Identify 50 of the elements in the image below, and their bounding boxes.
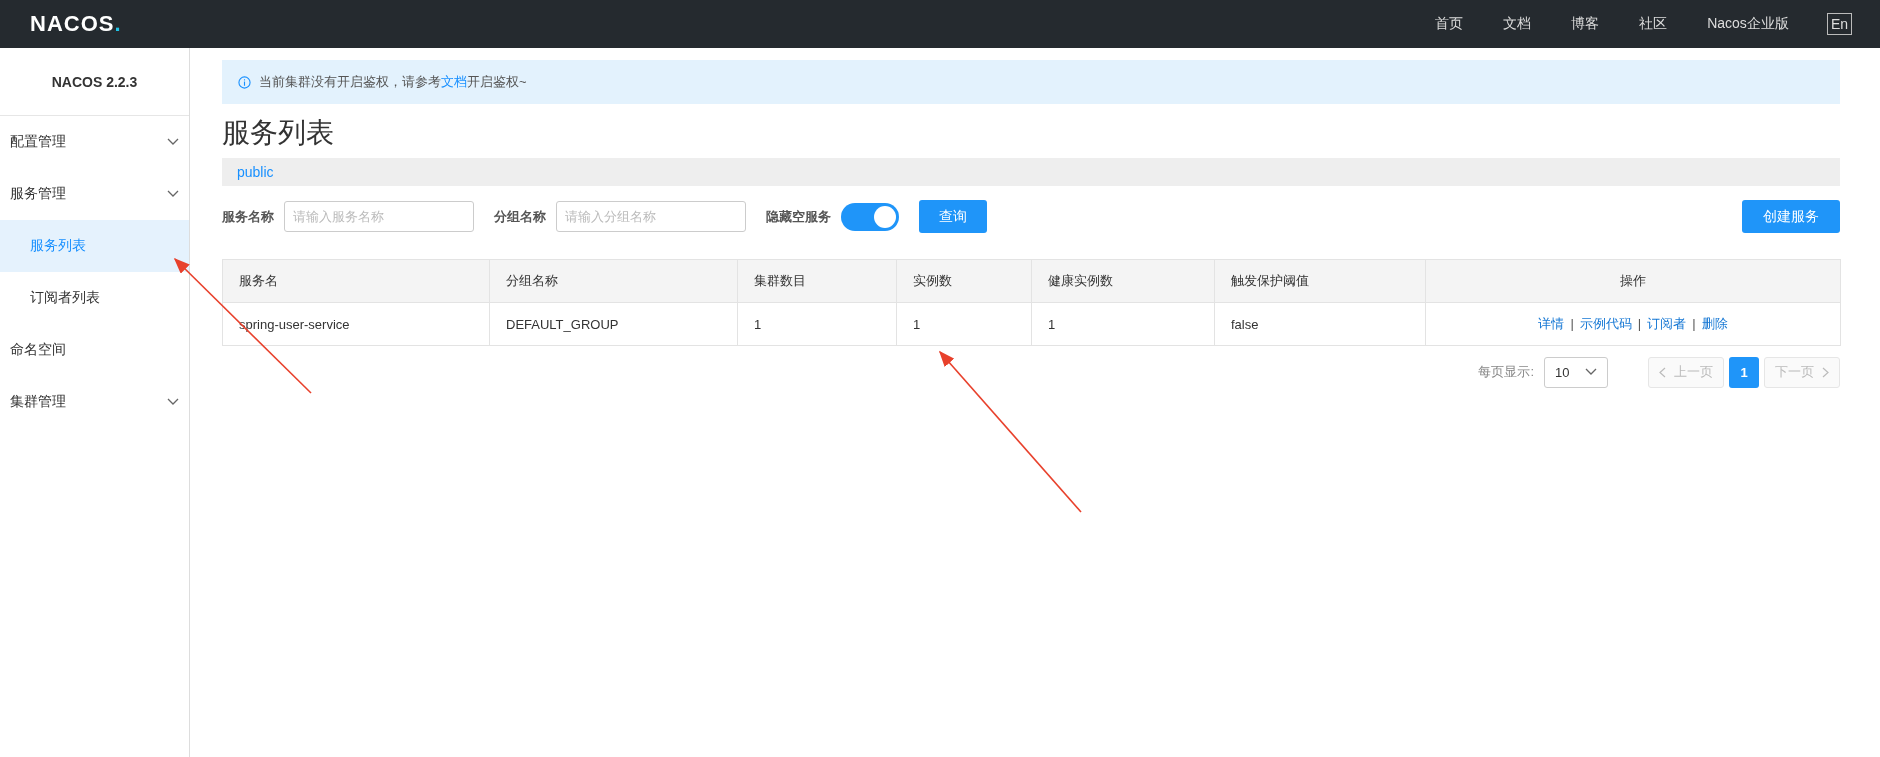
table-cell: DEFAULT_GROUP [489,302,738,346]
column-header: 操作 [1425,259,1841,303]
toggle-label: 隐藏空服务 [766,207,831,226]
table-cell: 1 [737,302,897,346]
nav-link[interactable]: 文档 [1503,15,1532,33]
table-cell: 1 [896,302,1032,346]
separator: | [1570,316,1574,331]
separator: | [1692,316,1696,331]
sidebar-item[interactable]: 集群管理 [0,376,189,428]
column-header: 分组名称 [489,259,738,303]
sidebar-item[interactable]: 命名空间 [0,324,189,376]
action-link[interactable]: 删除 [1701,316,1728,331]
table-cell: spring-user-service [222,302,490,346]
sidebar-item[interactable]: 订阅者列表 [0,272,189,324]
nav-link[interactable]: 博客 [1571,15,1600,33]
chevron-down-icon [167,398,179,406]
nav-link[interactable]: 首页 [1435,15,1464,33]
action-link[interactable]: 详情 [1538,316,1565,331]
sidebar-item[interactable]: 服务管理 [0,168,189,220]
column-header: 触发保护阈值 [1214,259,1426,303]
language-button[interactable]: En [1826,13,1852,35]
search-field[interactable]: 请输入服务名称 [284,201,474,232]
chevron-down-icon [167,138,179,146]
info-icon [238,75,251,89]
nav-link[interactable]: 社区 [1639,15,1668,33]
chevron-down-icon [1585,368,1597,376]
table-cell: 1 [1031,302,1215,346]
column-header: 健康实例数 [1031,259,1215,303]
separator: | [1637,316,1642,331]
action-link[interactable]: 订阅者 [1647,316,1687,331]
filter-label: 分组名称 [494,207,546,226]
column-header: 实例数 [896,259,1032,303]
page-size-select[interactable]: 10 [1544,356,1608,388]
search-field[interactable]: 请输入分组名称 [556,201,746,232]
chevron-down-icon [167,190,179,198]
action-link[interactable]: 示例代码 [1579,316,1632,331]
column-header: 集群数目 [737,259,897,303]
table-cell: false [1214,302,1426,346]
nacos-logo[interactable]: NACOS. [30,11,122,37]
notice-text: 当前集群没有开启鉴权，请参考文档开启鉴权~ [259,73,527,91]
column-header: 服务名 [222,259,490,303]
page-title: 服务列表 [222,116,335,150]
page-size-label: 每页显示: [1478,363,1534,381]
toggle-switch[interactable] [841,202,899,231]
sidebar-item[interactable]: 配置管理 [0,116,189,168]
filter-label: 服务名称 [222,207,274,226]
nav-link[interactable]: Nacos企业版 [1707,15,1789,33]
version-label: NACOS 2.2.3 [0,48,189,116]
chevron-left-icon [1659,366,1666,378]
chevron-right-icon [1822,366,1829,378]
